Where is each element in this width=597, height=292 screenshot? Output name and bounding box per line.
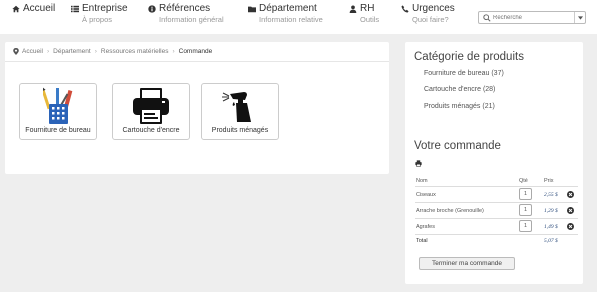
user-icon: [349, 5, 357, 13]
breadcrumb-separator: ›: [46, 48, 50, 55]
tile-label: Produits ménagés: [211, 127, 269, 134]
nav-rh[interactable]: RH Outils: [349, 3, 379, 24]
nav-references-label: Références: [159, 3, 211, 14]
order-item-price: 1,49 $: [544, 224, 558, 230]
order-total-row: Total 5,07 $: [415, 234, 578, 246]
nav-rh-sub: Outils: [360, 15, 380, 24]
nav-entreprise-sub: À propos: [82, 15, 113, 24]
search-dropdown-button[interactable]: [574, 12, 585, 23]
nav-departement-sub: Information relative: [259, 15, 323, 24]
quantity-input[interactable]: 1: [519, 204, 532, 216]
category-count: (28): [482, 86, 496, 93]
nav-entreprise[interactable]: Entreprise À propos: [71, 3, 128, 24]
phone-icon: [401, 5, 409, 13]
category-label: Produits ménagés: [424, 103, 481, 110]
categories-title: Catégorie de produits: [414, 51, 524, 63]
category-item[interactable]: Fourniture de bureau (37): [424, 70, 504, 77]
order-item-name: Agrafes: [416, 224, 435, 230]
breadcrumb-departement[interactable]: Département: [53, 48, 91, 55]
order-row: Agrafes 1 1,49 $: [415, 218, 578, 234]
category-item[interactable]: Produits ménagés (21): [424, 103, 495, 110]
remove-icon[interactable]: [567, 223, 574, 230]
category-count: (37): [491, 70, 504, 77]
search-icon: [483, 13, 491, 22]
category-item[interactable]: Cartouche d'encre (28): [424, 86, 495, 93]
nav-accueil-label: Accueil: [23, 3, 56, 14]
category-count: (21): [482, 103, 495, 110]
column-header-price: Prix: [544, 178, 554, 184]
tile-fourniture-bureau[interactable]: Fourniture de bureau: [19, 83, 97, 140]
order-item-price: 2,55 $: [544, 192, 558, 198]
folder-icon: [248, 6, 256, 13]
breadcrumb-separator: ›: [94, 48, 97, 55]
order-item-name: Ciseaux: [416, 192, 436, 198]
category-label: Fourniture de bureau: [424, 70, 490, 77]
printer-icon: [133, 88, 169, 124]
print-icon[interactable]: [415, 160, 422, 167]
tile-label: Fourniture de bureau: [25, 127, 91, 134]
breadcrumb-separator: ›: [172, 48, 175, 55]
nav-references[interactable]: Références Information général: [148, 3, 224, 24]
quantity-input[interactable]: 1: [519, 188, 532, 200]
order-table-header: Nom Qté Prix: [415, 177, 578, 186]
pencil-cup-icon: [43, 87, 73, 124]
breadcrumb-ressources[interactable]: Ressources matérielles: [101, 48, 169, 55]
breadcrumb-accueil[interactable]: Accueil: [22, 48, 43, 55]
nav-rh-label: RH: [360, 3, 375, 14]
breadcrumb: Accueil › Département › Ressources matér…: [5, 42, 389, 62]
order-item-name: Arrache broche (Grenouille): [416, 208, 484, 214]
info-icon: [148, 5, 156, 13]
list-icon: [71, 5, 79, 13]
nav-departement[interactable]: Département Information relative: [248, 3, 323, 24]
order-title: Votre commande: [414, 140, 501, 152]
column-header-qty: Qté: [519, 178, 528, 184]
home-icon: [12, 5, 20, 13]
nav-urgences-label: Urgences: [412, 3, 455, 14]
product-panel: Accueil › Département › Ressources matér…: [5, 42, 389, 174]
map-marker-icon: [13, 48, 19, 55]
sidebar-panel: Catégorie de produits Fourniture de bure…: [405, 42, 583, 284]
tile-cartouche-encre[interactable]: Cartouche d'encre: [112, 83, 190, 140]
search-box: [478, 11, 586, 24]
total-label: Total: [416, 238, 428, 244]
column-header-name: Nom: [416, 178, 428, 184]
nav-entreprise-label: Entreprise: [82, 3, 128, 14]
nav-references-sub: Information général: [159, 15, 224, 24]
top-navbar: Accueil Entreprise À propos Références I…: [0, 0, 597, 34]
quantity-input[interactable]: 1: [519, 220, 532, 232]
remove-icon[interactable]: [567, 191, 574, 198]
breadcrumb-commande: Commande: [178, 48, 213, 55]
tile-produits-menages[interactable]: Produits ménagés: [201, 83, 279, 140]
caret-down-icon: [577, 15, 583, 20]
category-label: Cartouche d'encre: [424, 86, 481, 93]
tile-label: Cartouche d'encre: [122, 127, 180, 134]
order-row: Ciseaux 1 2,55 $: [415, 186, 578, 202]
spray-bottle-icon: [222, 92, 251, 122]
nav-urgences-sub: Quoi faire?: [412, 15, 449, 24]
remove-icon[interactable]: [567, 207, 574, 214]
order-item-price: 1,29 $: [544, 208, 558, 214]
nav-accueil[interactable]: Accueil: [12, 3, 55, 15]
search-input[interactable]: [493, 12, 571, 23]
order-row: Arrache broche (Grenouille) 1 1,29 $: [415, 202, 578, 218]
order-table: Nom Qté Prix Ciseaux 1 2,55 $ Arrache br…: [415, 177, 578, 246]
nav-departement-label: Département: [259, 3, 317, 14]
total-value: 5,07 $: [544, 238, 558, 244]
nav-urgences[interactable]: Urgences Quoi faire?: [401, 3, 455, 24]
finish-order-button[interactable]: Terminer ma commande: [419, 257, 515, 270]
